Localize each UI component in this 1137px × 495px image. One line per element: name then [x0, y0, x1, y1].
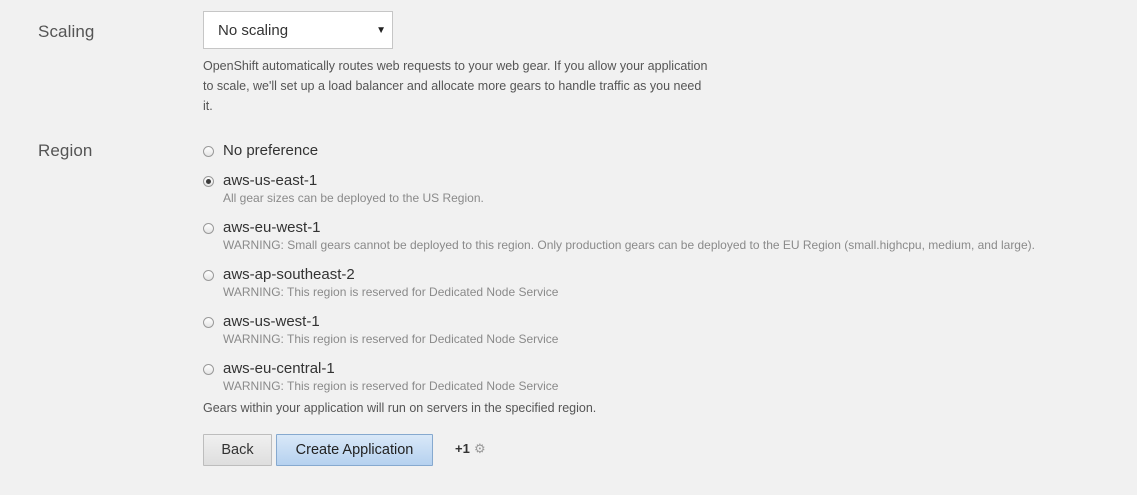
radio-description: WARNING: Small gears cannot be deployed …: [223, 238, 1035, 252]
radio-button[interactable]: [203, 317, 214, 328]
region-help-text: Gears within your application will run o…: [203, 401, 597, 415]
scaling-select[interactable]: No scaling ▼: [203, 11, 393, 49]
back-button[interactable]: Back: [203, 434, 272, 466]
plus-one-counter[interactable]: +1: [455, 441, 470, 456]
region-label: Region: [38, 141, 93, 160]
radio-label[interactable]: aws-us-west-1: [223, 313, 320, 330]
radio-label[interactable]: aws-us-east-1: [223, 172, 317, 189]
radio-label[interactable]: aws-ap-southeast-2: [223, 266, 355, 283]
radio-button[interactable]: [203, 176, 214, 187]
radio-label[interactable]: No preference: [223, 142, 318, 159]
chevron-down-icon: ▼: [376, 25, 386, 36]
radio-button[interactable]: [203, 223, 214, 234]
radio-button[interactable]: [203, 270, 214, 281]
radio-description: WARNING: This region is reserved for Ded…: [223, 379, 559, 393]
radio-description: WARNING: This region is reserved for Ded…: [223, 332, 559, 346]
radio-button[interactable]: [203, 364, 214, 375]
gear-icon[interactable]: ⚙: [474, 441, 486, 457]
scaling-label: Scaling: [38, 22, 95, 41]
radio-description: WARNING: This region is reserved for Ded…: [223, 285, 559, 299]
radio-description: All gear sizes can be deployed to the US…: [223, 191, 484, 205]
scaling-select-value: No scaling: [218, 22, 289, 39]
radio-label[interactable]: aws-eu-west-1: [223, 219, 321, 236]
create-application-button[interactable]: Create Application: [276, 434, 433, 466]
radio-label[interactable]: aws-eu-central-1: [223, 360, 335, 377]
scaling-help-text: OpenShift automatically routes web reque…: [203, 59, 708, 113]
radio-button[interactable]: [203, 146, 214, 157]
